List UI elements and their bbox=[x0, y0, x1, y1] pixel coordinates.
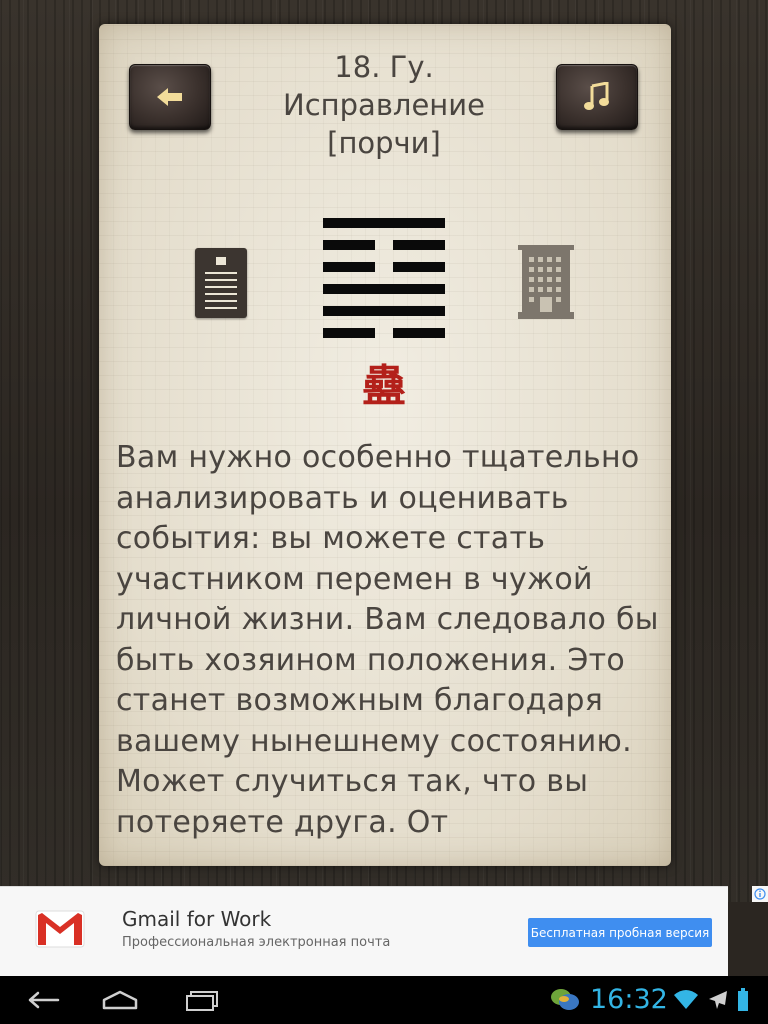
music-button[interactable] bbox=[556, 64, 638, 130]
title-name: Исправление bbox=[283, 88, 485, 122]
hexagram-line-2 bbox=[323, 240, 375, 250]
wifi-icon bbox=[672, 984, 700, 1016]
hexagram bbox=[323, 218, 445, 338]
ad-subtitle: Профессиональная электронная почта bbox=[122, 935, 391, 950]
ad-title: Gmail for Work bbox=[122, 907, 272, 931]
back-button[interactable] bbox=[129, 64, 211, 130]
hexagram-line-6 bbox=[323, 328, 375, 338]
hexagram-line-6b bbox=[393, 328, 445, 338]
ad-cta-button[interactable]: Бесплатная пробная версия bbox=[528, 918, 712, 947]
document-icon[interactable] bbox=[195, 248, 247, 318]
arrow-left-icon bbox=[157, 88, 182, 106]
title-number: 18. Гу. bbox=[334, 50, 434, 84]
chat-bubbles-icon bbox=[548, 984, 582, 1016]
info-icon[interactable] bbox=[752, 886, 768, 902]
building-icon[interactable] bbox=[518, 245, 574, 319]
reading-card: 18. Гу. Исправление [порчи] 蠱 Вам нужно … bbox=[99, 24, 671, 866]
hexagram-line-1 bbox=[323, 218, 445, 228]
hexagram-line-3b bbox=[393, 262, 445, 272]
music-note-icon bbox=[584, 82, 609, 110]
home-icon[interactable] bbox=[98, 984, 142, 1016]
hexagram-glyph: 蠱 bbox=[362, 361, 406, 412]
ad-side-gap bbox=[728, 902, 768, 976]
hexagram-line-5 bbox=[323, 306, 445, 316]
reading-text: Вам нужно особенно тщательно анализирова… bbox=[116, 440, 659, 840]
airplane-icon bbox=[706, 984, 730, 1016]
hexagram-line-4 bbox=[323, 284, 445, 294]
system-navigation-bar: 16:32 bbox=[0, 976, 768, 1024]
title-subname: [порчи] bbox=[327, 126, 441, 160]
ad-banner[interactable]: Gmail for Work Профессиональная электрон… bbox=[0, 886, 728, 976]
battery-icon bbox=[734, 984, 752, 1016]
page-title: 18. Гу. Исправление [порчи] bbox=[239, 48, 529, 162]
status-clock: 16:32 bbox=[590, 984, 668, 1015]
gmail-logo-icon bbox=[35, 910, 85, 948]
hexagram-line-3 bbox=[323, 262, 375, 272]
recent-apps-icon[interactable] bbox=[180, 984, 224, 1016]
hexagram-line-2b bbox=[393, 240, 445, 250]
back-icon[interactable] bbox=[18, 984, 70, 1016]
